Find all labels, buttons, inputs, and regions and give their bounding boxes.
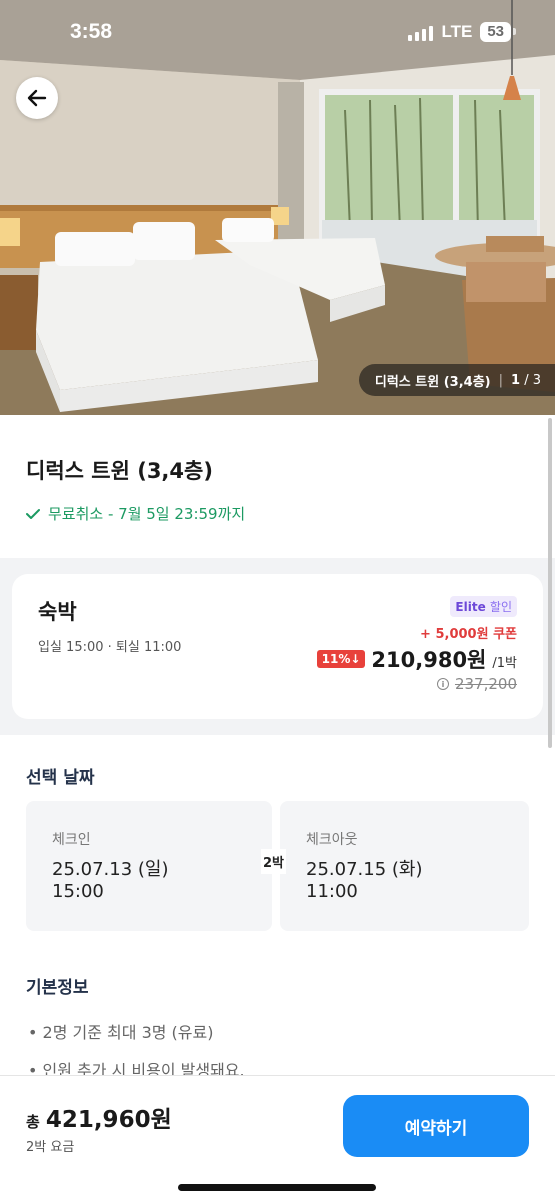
free-cancel-text: 무료취소 - 7월 5일 23:59까지 <box>48 505 246 523</box>
photo-counter-current: 1 <box>511 372 521 388</box>
photo-caption: 디럭스 트윈 (3,4층) | 1 / 3 <box>358 364 555 396</box>
dates-section: 선택 날짜 체크인 25.07.13 (일) 15:00 체크아웃 25.07.… <box>0 735 555 1080</box>
elite-discount-badge: Elite 할인 <box>450 596 517 617</box>
checkout-date: 25.07.15 (화) <box>306 859 423 880</box>
room-title: 디럭스 트윈 (3,4층) <box>26 459 213 483</box>
book-button[interactable]: 예약하기 <box>343 1095 529 1157</box>
status-bar: 3:58 LTE 53 <box>0 0 555 66</box>
discount-badge: 11%↓ <box>316 650 366 668</box>
home-indicator[interactable] <box>178 1184 376 1191</box>
checkin-date: 25.07.13 (일) <box>52 859 169 880</box>
network-label: LTE <box>441 22 473 41</box>
total-price: 421,960원 <box>45 1107 172 1133</box>
coupon-text: + 5,000원 쿠폰 <box>420 627 517 642</box>
checkin-box[interactable]: 체크인 25.07.13 (일) 15:00 <box>26 801 272 931</box>
elite-label: Elite <box>455 600 486 614</box>
plan-name: 숙박 <box>38 600 77 624</box>
total-line: 총 421,960원 <box>26 1100 172 1134</box>
total-prefix: 총 <box>26 1113 40 1131</box>
basic-info-title: 기본정보 <box>26 978 89 998</box>
signal-icon <box>408 23 434 41</box>
plan-card[interactable]: 숙박 입실 15:00 · 퇴실 11:00 Elite 할인 + 5,000원… <box>12 574 543 719</box>
back-arrow-icon <box>27 89 47 107</box>
checkin-label: 체크인 <box>52 832 91 848</box>
plan-checkin-checkout: 입실 15:00 · 퇴실 11:00 <box>38 640 182 655</box>
checkin-time: 15:00 <box>52 881 104 902</box>
photo-caption-separator: | <box>498 372 504 388</box>
photo-counter-total: 3 <box>532 372 541 388</box>
scrollbar[interactable] <box>548 418 552 748</box>
check-icon <box>26 508 40 519</box>
info-icon[interactable]: i <box>436 678 449 690</box>
status-time: 3:58 <box>70 20 113 43</box>
room-summary: 디럭스 트윈 (3,4층) 무료취소 - 7월 5일 23:59까지 <box>0 415 555 558</box>
basic-info-item: • 2명 기준 최대 3명 (유료) <box>28 1023 214 1042</box>
nights-count: 2박 <box>261 849 287 874</box>
checkout-label: 체크아웃 <box>306 832 358 848</box>
bottom-bar: 총 421,960원 2박 요금 예약하기 <box>0 1075 555 1200</box>
back-button[interactable] <box>16 77 58 119</box>
elite-suffix: 할인 <box>489 600 512 614</box>
battery-icon: 53 <box>480 22 516 42</box>
price-unit: /1박 <box>492 656 517 671</box>
total-subtitle: 2박 요금 <box>26 1140 75 1155</box>
nightly-price: 210,980원 <box>371 648 487 672</box>
free-cancel-notice: 무료취소 - 7월 5일 23:59까지 <box>26 503 245 524</box>
photo-counter: 1 / 3 <box>511 372 541 388</box>
checkout-box[interactable]: 체크아웃 25.07.15 (화) 11:00 <box>280 801 529 931</box>
price-line: 11%↓ 210,980원 /1박 <box>316 644 517 674</box>
status-indicators: LTE 53 <box>408 22 516 42</box>
basic-info-item-text: 2명 기준 최대 3명 (유료) <box>42 1023 214 1042</box>
original-price-line: i 237,200 <box>436 675 517 693</box>
photo-caption-title: 디럭스 트윈 (3,4층) <box>374 374 491 390</box>
original-price: 237,200 <box>454 675 517 693</box>
room-photo[interactable]: 3:58 LTE 53 디럭스 트윈 (3,4층) | 1 / 3 <box>0 0 555 415</box>
selected-dates-title: 선택 날짜 <box>26 768 95 788</box>
checkout-time: 11:00 <box>306 881 358 902</box>
